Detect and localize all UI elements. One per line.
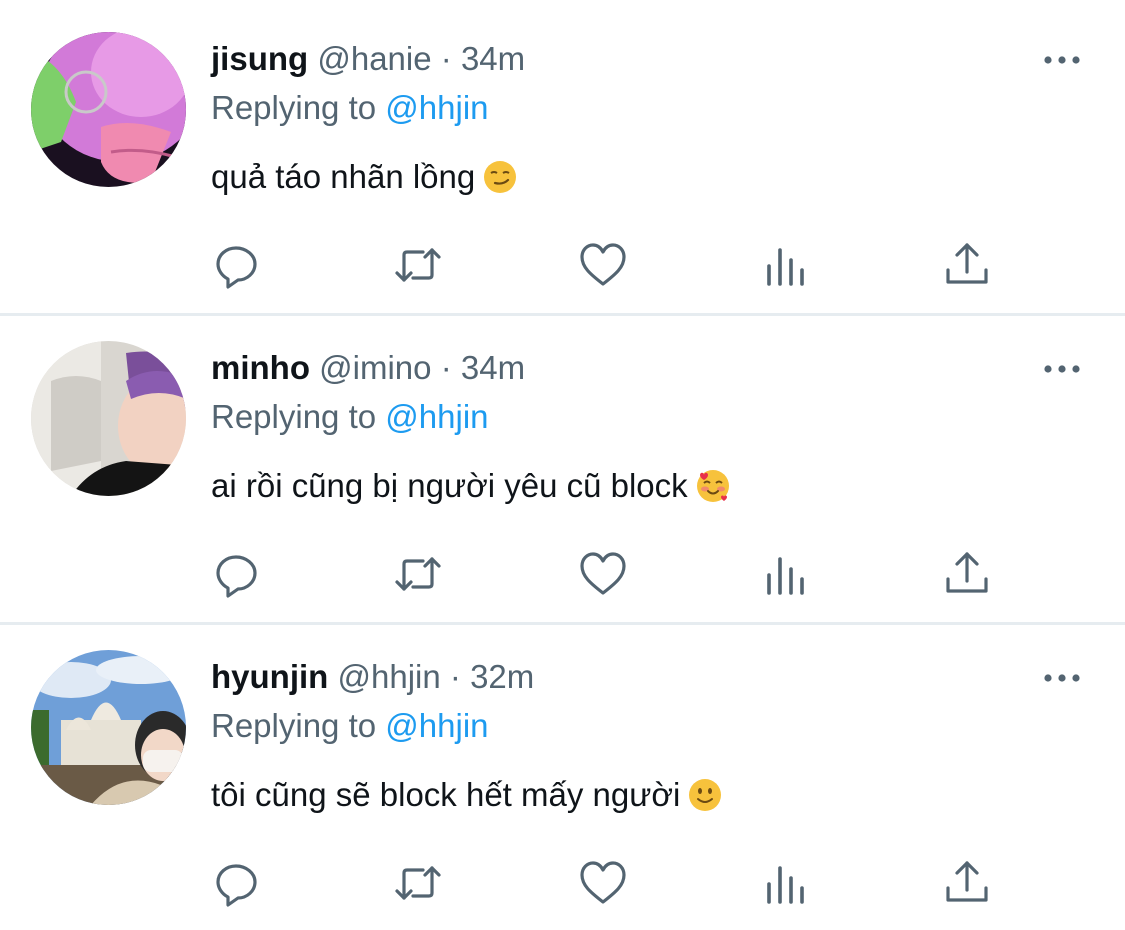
tweet-header: hyunjin @hhjin · 32m xyxy=(211,656,534,698)
avatar[interactable] xyxy=(31,32,186,187)
timestamp[interactable]: 32m xyxy=(470,658,534,695)
user-handle[interactable]: @imino xyxy=(319,349,431,386)
tweet[interactable]: jisung @hanie · 34m Replying to @hhjin q… xyxy=(0,0,1125,309)
heart-icon[interactable] xyxy=(578,240,628,290)
views-chart-icon[interactable] xyxy=(761,240,811,290)
views-chart-icon[interactable] xyxy=(761,549,811,599)
views-chart-icon[interactable] xyxy=(761,858,811,908)
more-dots-icon[interactable] xyxy=(1040,354,1084,384)
slightly-smiling-face-icon xyxy=(688,778,722,812)
tweet-text: tôi cũng sẽ block hết mấy người xyxy=(211,773,722,817)
tweet-header: minho @imino · 34m xyxy=(211,347,525,389)
avatar[interactable] xyxy=(31,650,186,805)
separator: · xyxy=(440,40,452,77)
share-upload-icon[interactable] xyxy=(942,549,992,599)
tweet-text: ai rồi cũng bị người yêu cũ block xyxy=(211,464,730,508)
avatar[interactable] xyxy=(31,341,186,496)
retweet-icon[interactable] xyxy=(393,858,443,908)
tweet-header: jisung @hanie · 34m xyxy=(211,38,525,80)
more-dots-icon[interactable] xyxy=(1040,663,1084,693)
replying-label: Replying to xyxy=(211,398,377,435)
mention-link[interactable]: @hhjin xyxy=(385,89,488,126)
user-handle[interactable]: @hhjin xyxy=(338,658,441,695)
reply-bubble-icon[interactable] xyxy=(212,240,262,290)
tweet-text-content: tôi cũng sẽ block hết mấy người xyxy=(211,776,681,813)
tweet-text-content: quả táo nhãn lồng xyxy=(211,158,476,195)
replying-to: Replying to @hhjin xyxy=(211,87,489,129)
retweet-icon[interactable] xyxy=(393,549,443,599)
replying-to: Replying to @hhjin xyxy=(211,705,489,747)
tweet[interactable]: minho @imino · 34m Replying to @hhjin ai… xyxy=(0,309,1125,618)
timestamp[interactable]: 34m xyxy=(461,349,525,386)
tweet[interactable]: hyunjin @hhjin · 32m Replying to @hhjin … xyxy=(0,618,1125,927)
display-name[interactable]: jisung xyxy=(211,40,308,77)
replying-label: Replying to xyxy=(211,89,377,126)
timestamp[interactable]: 34m xyxy=(461,40,525,77)
display-name[interactable]: minho xyxy=(211,349,310,386)
separator: · xyxy=(449,658,461,695)
smiling-face-with-hearts-icon xyxy=(696,469,730,503)
share-upload-icon[interactable] xyxy=(942,240,992,290)
heart-icon[interactable] xyxy=(578,549,628,599)
replying-to: Replying to @hhjin xyxy=(211,396,489,438)
retweet-icon[interactable] xyxy=(393,240,443,290)
reply-bubble-icon[interactable] xyxy=(212,549,262,599)
share-upload-icon[interactable] xyxy=(942,858,992,908)
smirking-face-icon xyxy=(483,160,517,194)
tweet-text-content: ai rồi cũng bị người yêu cũ block xyxy=(211,467,688,504)
mention-link[interactable]: @hhjin xyxy=(385,398,488,435)
separator: · xyxy=(440,349,452,386)
display-name[interactable]: hyunjin xyxy=(211,658,328,695)
replying-label: Replying to xyxy=(211,707,377,744)
user-handle[interactable]: @hanie xyxy=(317,40,431,77)
tweet-text: quả táo nhãn lồng xyxy=(211,155,517,199)
reply-bubble-icon[interactable] xyxy=(212,858,262,908)
more-dots-icon[interactable] xyxy=(1040,45,1084,75)
mention-link[interactable]: @hhjin xyxy=(385,707,488,744)
heart-icon[interactable] xyxy=(578,858,628,908)
